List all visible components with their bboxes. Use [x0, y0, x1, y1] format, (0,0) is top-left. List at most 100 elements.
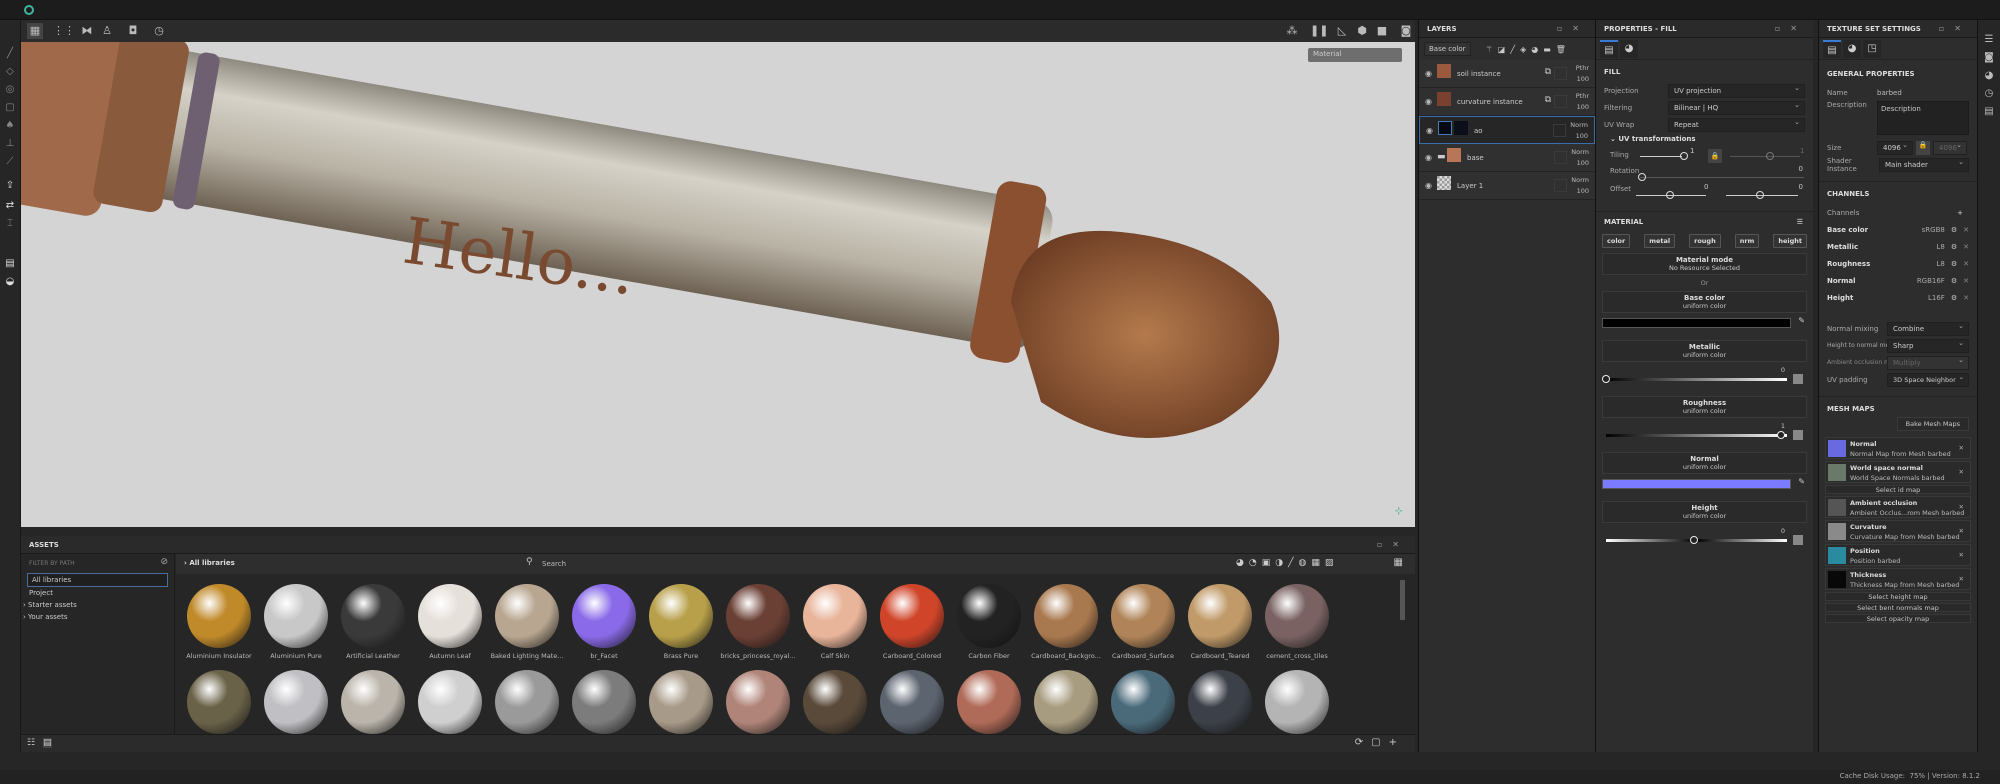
channel-normal-box[interactable]: Normal uniform color — [1602, 452, 1807, 474]
asset-thumbnail[interactable]: Fabric Baseball Hat — [1105, 666, 1181, 746]
paint-brush-icon[interactable]: ╱ — [3, 48, 17, 62]
smudge-icon[interactable]: ♠ — [3, 120, 17, 134]
normal-mixing-select[interactable]: Combine — [1887, 321, 1969, 336]
screenshot-icon[interactable]: ◙ — [1398, 23, 1414, 39]
asset-thumbnail[interactable]: Concrete Dusty — [489, 666, 565, 746]
blend-controls[interactable]: Pthr 100 — [1576, 91, 1589, 113]
hide-filter-icon[interactable]: ⊘ — [160, 557, 168, 567]
remove-channel-icon[interactable]: ✕ — [1963, 277, 1969, 285]
bake-mesh-maps-button[interactable]: Bake Mesh Maps — [1896, 417, 1969, 431]
channel-chip-nrm[interactable]: nrm — [1734, 234, 1760, 248]
channel-settings-icon[interactable]: ⚙ — [1951, 277, 1957, 285]
asset-thumbnail[interactable]: Denim Rivet — [797, 666, 873, 746]
panel-float-close-icons[interactable]: ▫✕ — [1939, 24, 1971, 33]
channel-format[interactable]: sRGB8 — [1915, 226, 1945, 234]
channel-format[interactable]: L16F — [1915, 294, 1945, 302]
channel-settings-icon[interactable]: ⚙ — [1951, 243, 1957, 251]
layer-opacity[interactable]: 100 — [1576, 74, 1589, 85]
asset-thumbnail[interactable]: Concrete Simple — [566, 666, 642, 746]
texture-slot-icon[interactable] — [1793, 374, 1803, 384]
layer-name[interactable]: soil instance — [1457, 70, 1501, 78]
asset-thumbnail[interactable]: Concrete Smooth — [643, 666, 719, 746]
blend-controls[interactable]: Norm 100 — [1570, 120, 1588, 142]
asset-thumbnail[interactable]: Fabric Bamboo — [1028, 666, 1104, 746]
layer-mask-slot[interactable] — [1554, 95, 1567, 108]
3d-viewport[interactable]: Hello... Material ⊹ — [21, 42, 1415, 527]
asset-thumbnail[interactable]: Brass Pure — [643, 580, 719, 660]
grid-view-icon[interactable]: ▦ — [27, 23, 43, 39]
uv-padding-select[interactable]: 3D Space Neighbor — [1887, 372, 1969, 387]
path-starter-assets[interactable]: › Starter assets — [21, 599, 174, 611]
assets-scrollbar[interactable] — [1400, 580, 1405, 620]
remove-map-icon[interactable]: ✕ — [1959, 468, 1964, 476]
asset-thumbnail[interactable]: bricks_princess_royal... — [720, 580, 796, 660]
asset-thumbnail[interactable]: Fabric Knitted Sweater — [1259, 666, 1335, 746]
channel-metallic-box[interactable]: Metallic uniform color — [1602, 340, 1807, 362]
mesh-map-item[interactable]: World space normal World Space Normals ba… — [1825, 461, 1971, 483]
clone-icon[interactable]: ⊥ — [3, 138, 17, 152]
tiling-slider[interactable] — [1680, 152, 1688, 160]
grid-layout-icon[interactable]: ▦ — [1394, 557, 1403, 568]
add-effect-icon[interactable]: ⚚ — [1486, 45, 1493, 54]
measure-icon[interactable]: ⌶ — [3, 218, 17, 232]
material-mode-select[interactable]: Material — [1308, 48, 1402, 62]
channel-settings-icon[interactable]: ⚙ — [1951, 226, 1957, 234]
panel-float-close-icons[interactable]: ▫✕ — [1557, 24, 1589, 33]
shader-tab-icon[interactable]: ◕ — [1843, 40, 1861, 58]
shader-instance-select[interactable]: Main shader — [1879, 157, 1969, 172]
blend-mode[interactable]: Norm — [1570, 120, 1588, 131]
texture-slot-icon[interactable] — [1793, 430, 1803, 440]
channel-height-box[interactable]: Height uniform color — [1602, 501, 1807, 523]
layer-opacity[interactable]: 100 — [1576, 102, 1589, 113]
channel-format[interactable]: RGB16F — [1915, 277, 1945, 285]
remove-map-icon[interactable]: ✕ — [1959, 503, 1964, 511]
asset-thumbnail[interactable]: Cardboard_Backgro... — [1028, 580, 1104, 660]
eyedropper-icon[interactable]: ✎ — [1798, 316, 1805, 325]
size-height-select[interactable]: 4096 — [1933, 140, 1967, 155]
blend-mode[interactable]: Pthr — [1576, 91, 1589, 102]
tiling-v-slider[interactable] — [1766, 152, 1774, 160]
offset-v-slider[interactable] — [1756, 191, 1764, 199]
add-fill-layer-icon[interactable]: ◈ — [1520, 45, 1526, 54]
breadcrumb[interactable]: › All libraries — [184, 559, 235, 567]
channel-format[interactable]: L8 — [1915, 243, 1944, 251]
layer-row[interactable]: ◉ Layer 1 Norm 100 — [1419, 172, 1595, 200]
slider-knob[interactable] — [1602, 375, 1610, 383]
color-swatch[interactable] — [1602, 479, 1791, 489]
mesh-map-item[interactable]: Ambient occlusion Ambient Occlus...rom Me… — [1825, 496, 1971, 518]
metallic-slider[interactable]: 0 — [1602, 366, 1807, 386]
picker-icon[interactable]: ⟋ — [3, 156, 17, 170]
refresh-new-add-icons[interactable]: ⟳▢+ — [1355, 737, 1405, 748]
remove-map-icon[interactable]: ✕ — [1959, 444, 1964, 452]
asset-thumbnail[interactable]: Cobalt Pure — [258, 666, 334, 746]
log-icon[interactable]: ▤ — [1983, 106, 1995, 118]
asset-thumbnail[interactable]: Aluminium Pure — [258, 580, 334, 660]
material-menu-icon[interactable]: ☰ — [1797, 218, 1803, 226]
visibility-eye-icon[interactable]: ◉ — [1425, 97, 1432, 106]
select-map-button[interactable]: Select height map — [1825, 592, 1971, 601]
color-swatch[interactable] — [1602, 318, 1791, 328]
asset-thumbnail[interactable]: Concrete Bare — [335, 666, 411, 746]
add-channel-icon[interactable]: + — [1953, 209, 1963, 217]
blend-controls[interactable]: Norm 100 — [1571, 147, 1589, 169]
layer-row[interactable]: ◉ soil instance ⧉ Pthr 100 — [1419, 60, 1595, 88]
filtering-select[interactable]: Bilinear | HQ — [1668, 100, 1805, 115]
channel-roughness-box[interactable]: Roughness uniform color — [1602, 396, 1807, 418]
mesh-map-item[interactable]: Thickness Thickness Map from Mesh barbed ✕ — [1825, 568, 1971, 590]
history-panel-icon[interactable]: ◷ — [1983, 88, 1995, 100]
asset-thumbnail[interactable]: Carbon Fiber — [951, 580, 1027, 660]
camera-icon[interactable]: ■ — [1374, 23, 1390, 39]
asset-thumbnail[interactable]: etowah_marble_grid... — [951, 666, 1027, 746]
layer-row[interactable]: ◉ ao Norm 100 — [1419, 116, 1595, 144]
channel-format[interactable]: L8 — [1915, 260, 1944, 268]
add-smart-material-icon[interactable]: ◕ — [1531, 45, 1538, 54]
asset-thumbnail[interactable]: Calf Skin — [797, 580, 873, 660]
path-all-libraries[interactable]: All libraries — [27, 573, 168, 587]
material-tab-icon[interactable]: ◕ — [1620, 40, 1638, 58]
visibility-eye-icon[interactable]: ◉ — [1426, 126, 1433, 135]
remove-channel-icon[interactable]: ✕ — [1963, 294, 1969, 302]
remove-channel-icon[interactable]: ✕ — [1963, 260, 1969, 268]
blend-controls[interactable]: Pthr 100 — [1576, 63, 1589, 85]
uv-transformations-toggle[interactable]: ⌄ UV transformations — [1596, 135, 1813, 143]
filter-view-icon[interactable]: ▤ — [43, 738, 52, 748]
